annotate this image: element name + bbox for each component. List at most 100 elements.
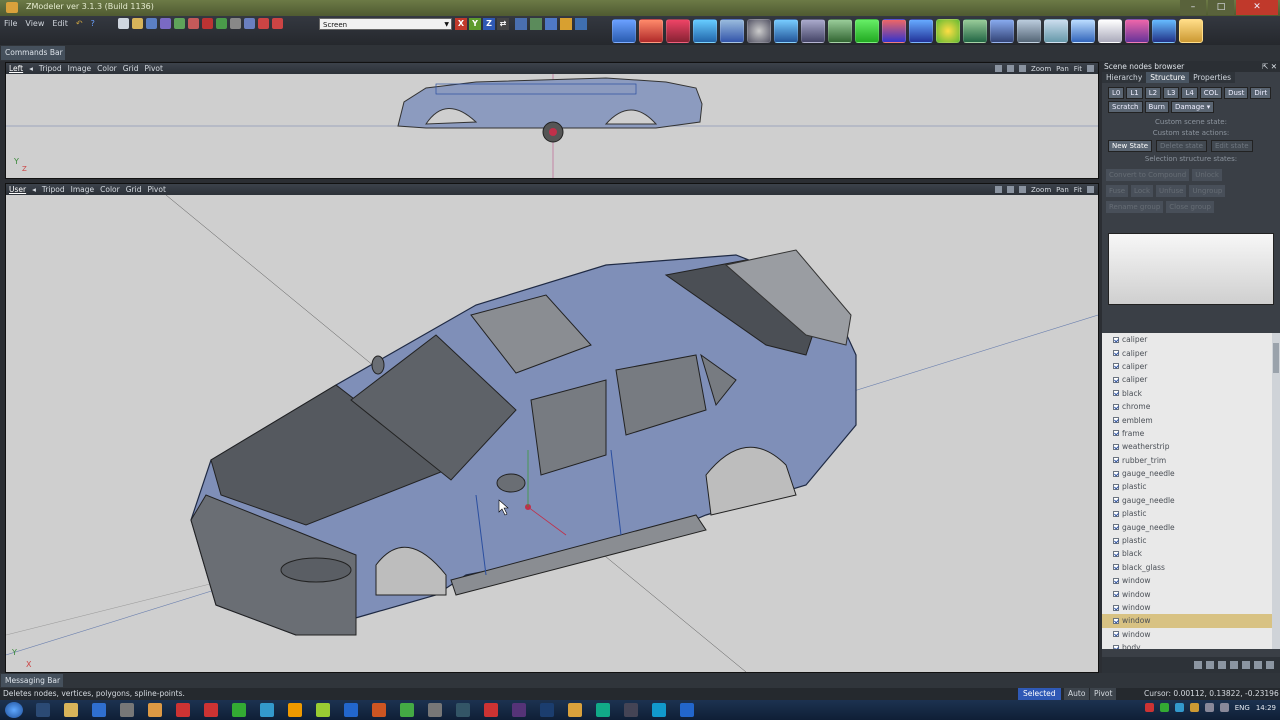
- angle-snap-icon[interactable]: [560, 18, 572, 30]
- list-item[interactable]: gauge_needle: [1102, 494, 1272, 507]
- blue-app-icon[interactable]: [680, 703, 694, 717]
- rename-group-button[interactable]: Rename group: [1106, 201, 1164, 213]
- help-icon[interactable]: ?: [91, 19, 95, 28]
- light-icon[interactable]: [1018, 186, 1026, 193]
- node-list-scrollbar[interactable]: [1272, 333, 1280, 649]
- redo-icon[interactable]: [244, 18, 255, 29]
- modify-tool-icon[interactable]: [639, 19, 663, 43]
- viewport-menu-color[interactable]: Color: [100, 185, 120, 194]
- viewport-menu-pivot[interactable]: Pivot: [147, 185, 165, 194]
- link-node-icon[interactable]: [1230, 661, 1238, 669]
- clipboard-icon[interactable]: [272, 18, 283, 29]
- close-icon[interactable]: ⇱ ✕: [1262, 61, 1277, 72]
- shield-app-icon[interactable]: [92, 703, 106, 717]
- import-icon[interactable]: [174, 18, 185, 29]
- visibility-checkbox[interactable]: [1113, 631, 1119, 638]
- yandex-icon[interactable]: [204, 703, 218, 717]
- gear-app-icon[interactable]: [120, 703, 134, 717]
- extrude-tool-icon[interactable]: [801, 19, 825, 43]
- list-item[interactable]: chrome: [1102, 400, 1272, 413]
- maximize-viewport-icon[interactable]: [1087, 186, 1094, 193]
- scrollbar-thumb[interactable]: [1273, 343, 1279, 373]
- uv-tool-icon[interactable]: [990, 19, 1014, 43]
- move-down-icon[interactable]: [1254, 661, 1262, 669]
- photoshop-icon[interactable]: [540, 703, 554, 717]
- grid-tool-icon[interactable]: [1071, 19, 1095, 43]
- state-l0-button[interactable]: L0: [1108, 87, 1125, 99]
- visibility-checkbox[interactable]: [1113, 350, 1119, 357]
- visibility-checkbox[interactable]: [1113, 430, 1119, 437]
- rotate-tool-icon[interactable]: [909, 19, 933, 43]
- list-item[interactable]: plastic: [1102, 507, 1272, 520]
- list-item[interactable]: black_glass: [1102, 561, 1272, 574]
- list-item[interactable]: rubber_trim: [1102, 454, 1272, 467]
- list-item[interactable]: frame: [1102, 427, 1272, 440]
- zmodeler-icon[interactable]: [568, 703, 582, 717]
- add-node-icon[interactable]: [1194, 661, 1202, 669]
- materials-tool-icon[interactable]: [936, 19, 960, 43]
- tray-app-icon[interactable]: [1189, 703, 1199, 712]
- visibility-checkbox[interactable]: [1113, 457, 1119, 464]
- list-item[interactable]: window: [1102, 574, 1272, 587]
- undo-icon[interactable]: ↶: [76, 19, 83, 28]
- delete-state-button[interactable]: Delete state: [1156, 140, 1207, 152]
- visibility-checkbox[interactable]: [1113, 390, 1119, 397]
- axis-y-button[interactable]: Y: [469, 18, 481, 30]
- visibility-checkbox[interactable]: [1113, 376, 1119, 383]
- list-item[interactable]: caliper: [1102, 360, 1272, 373]
- state-l2-button[interactable]: L2: [1144, 87, 1162, 99]
- minimize-button[interactable]: –: [1180, 0, 1206, 15]
- file-explorer-icon[interactable]: [64, 703, 78, 717]
- snap-icon[interactable]: [515, 18, 527, 30]
- pivot-mode-button[interactable]: Pivot: [1090, 688, 1117, 700]
- viewport-menu-tripod[interactable]: Tripod: [42, 185, 65, 194]
- tray-app-icon[interactable]: [1174, 703, 1184, 712]
- visibility-checkbox[interactable]: [1113, 564, 1119, 571]
- messaging-bar-tab[interactable]: Messaging Bar: [1, 674, 63, 687]
- cut-tool-icon[interactable]: [1044, 19, 1068, 43]
- viewport-menu-color[interactable]: Color: [97, 64, 117, 73]
- edit-tool-icon[interactable]: [1098, 19, 1122, 43]
- close-button[interactable]: ✕: [1236, 0, 1278, 15]
- clock[interactable]: 14:29: [1256, 704, 1276, 712]
- opera-icon[interactable]: [176, 703, 190, 717]
- tessellate-tool-icon[interactable]: [828, 19, 852, 43]
- viewport-menu-tripod[interactable]: Tripod: [39, 64, 62, 73]
- viewport-zoom[interactable]: Zoom: [1031, 65, 1051, 73]
- left-viewport-canvas[interactable]: Y Z: [6, 74, 1098, 178]
- state-col-button[interactable]: COL: [1199, 87, 1223, 99]
- viewport-menu-image[interactable]: Image: [71, 185, 95, 194]
- axis-z-button[interactable]: Z: [483, 18, 495, 30]
- dark-app-icon[interactable]: [624, 703, 638, 717]
- menu-view[interactable]: View: [25, 19, 44, 28]
- media-player-icon[interactable]: [344, 703, 358, 717]
- selected-mode-button[interactable]: Selected: [1018, 688, 1061, 700]
- surface-tool-icon[interactable]: [720, 19, 744, 43]
- duplicate-node-icon[interactable]: [1206, 661, 1214, 669]
- magnet-icon[interactable]: [530, 18, 542, 30]
- list-item[interactable]: gauge_needle: [1102, 520, 1272, 533]
- maximize-button[interactable]: □: [1208, 0, 1234, 15]
- state-dust-button[interactable]: Dust: [1224, 87, 1249, 99]
- render-icon[interactable]: [216, 18, 227, 29]
- orange-app-icon[interactable]: [288, 703, 302, 717]
- list-item[interactable]: body: [1102, 641, 1272, 649]
- viewport-menu-grid[interactable]: Grid: [123, 64, 139, 73]
- volume-icon[interactable]: [1219, 703, 1229, 712]
- red-app-icon[interactable]: [372, 703, 386, 717]
- list-item[interactable]: gauge_needle: [1102, 467, 1272, 480]
- stop-icon[interactable]: [202, 18, 213, 29]
- list-item[interactable]: emblem: [1102, 413, 1272, 426]
- visibility-checkbox[interactable]: [1113, 336, 1119, 343]
- list-item[interactable]: window: [1102, 614, 1272, 628]
- green-app-icon[interactable]: [232, 703, 246, 717]
- viewport-fit[interactable]: Fit: [1074, 186, 1082, 194]
- state-l3-button[interactable]: L3: [1163, 87, 1180, 99]
- purple-app-icon[interactable]: [512, 703, 526, 717]
- grid-app-icon[interactable]: [400, 703, 414, 717]
- skype-icon[interactable]: [652, 703, 666, 717]
- user-viewport[interactable]: User ◂ Tripod Image Color Grid Pivot Zoo…: [5, 183, 1099, 673]
- visibility-checkbox[interactable]: [1113, 497, 1119, 504]
- axis-lock-icon[interactable]: ⇄: [497, 18, 509, 30]
- fuse-button[interactable]: Fuse: [1106, 185, 1129, 197]
